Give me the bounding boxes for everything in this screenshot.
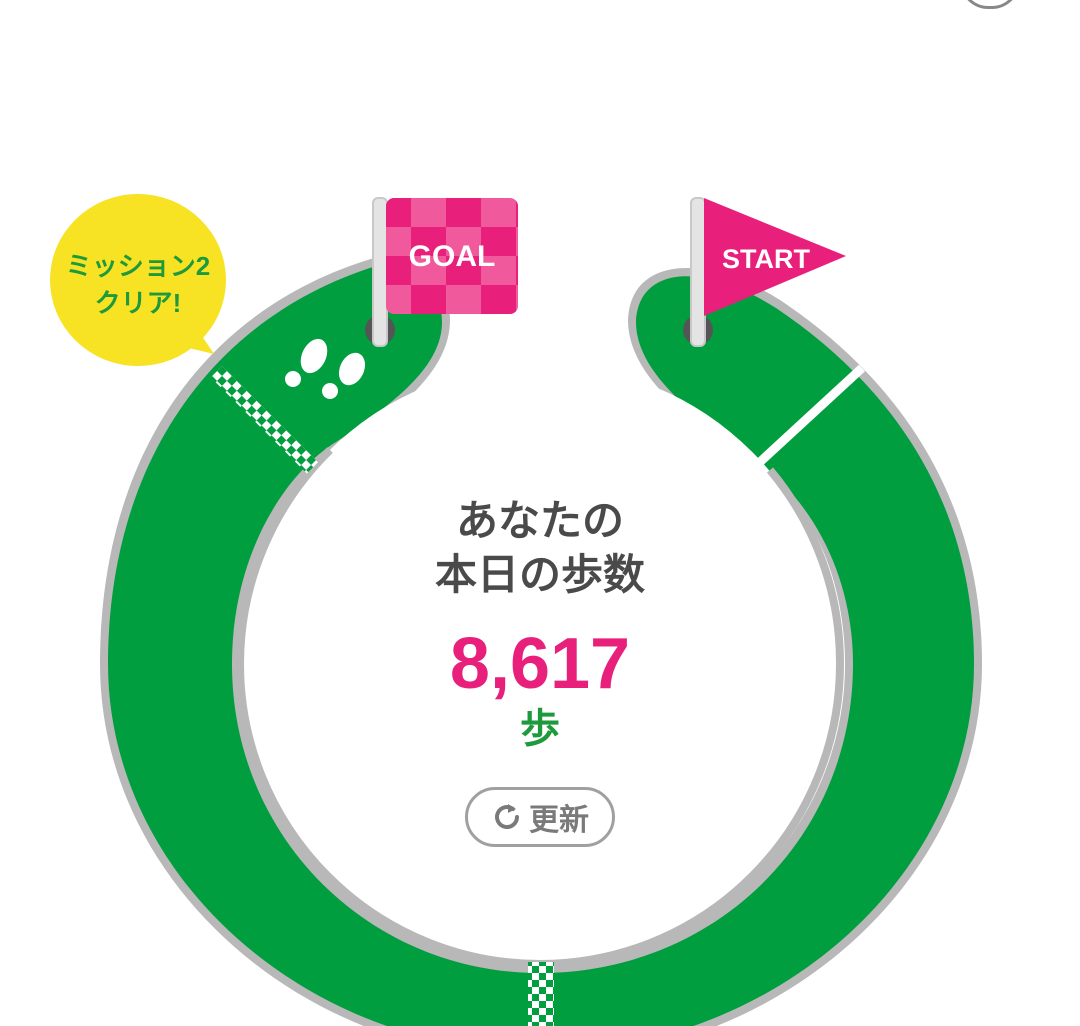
mission-bubble-line2: クリア! [95, 288, 182, 318]
step-unit: 歩 [520, 706, 560, 752]
step-count: 8,617 [449, 624, 631, 704]
refresh-icon [495, 804, 519, 829]
mission-bubble: ミッション2 クリア! [50, 194, 226, 366]
refresh-label: 更新 [529, 803, 589, 838]
goal-flag-label: GOAL [409, 240, 496, 273]
refresh-button[interactable]: 更新 [465, 787, 615, 847]
checkered-line-bottom [528, 962, 554, 1026]
steps-label-line2: 本日の歩数 [434, 550, 645, 599]
start-flag-label: START [722, 244, 810, 274]
mission-bubble-line1: ミッション2 [66, 251, 210, 281]
steps-label-line1: あなたの [455, 496, 624, 545]
